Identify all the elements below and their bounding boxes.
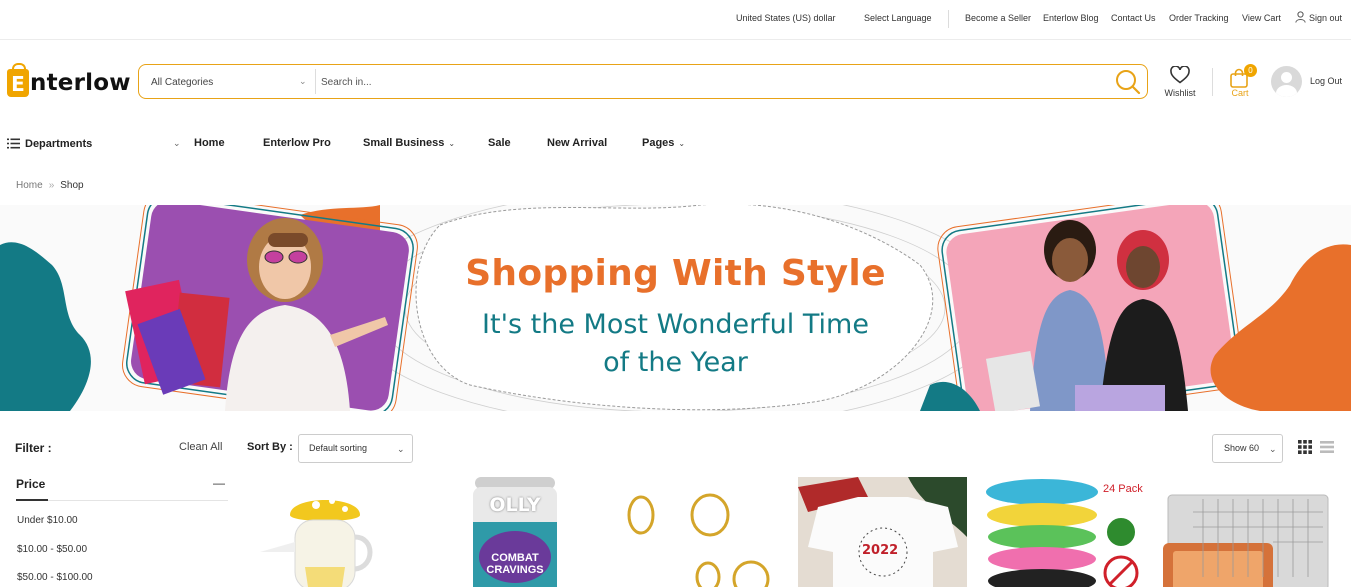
sort-select[interactable]: Default sorting ⌄: [298, 434, 413, 463]
wishlist-button[interactable]: Wishlist: [1160, 66, 1200, 100]
product-card[interactable]: [250, 477, 400, 587]
contact-link[interactable]: Contact Us: [1111, 13, 1156, 23]
departments-menu[interactable]: Departments: [25, 138, 92, 150]
nav-label: Pages: [642, 137, 675, 149]
nav-item-small-business[interactable]: Small Business ⌄: [363, 137, 455, 149]
nav-label: Home: [194, 137, 225, 149]
chevron-down-icon[interactable]: ⌄: [173, 138, 181, 149]
show-count-select[interactable]: Show 60 ⌄: [1212, 434, 1283, 463]
logo-text: nterlow: [30, 70, 131, 96]
language-selector[interactable]: Select Language: [864, 13, 932, 23]
order-tracking-link[interactable]: Order Tracking: [1169, 13, 1229, 23]
product-card[interactable]: OLLY COMBAT CRAVINGS: [470, 477, 560, 587]
price-heading[interactable]: Price: [16, 477, 45, 491]
logo-letter: E: [11, 72, 25, 96]
product-image: [798, 477, 967, 587]
hero-banner[interactable]: Shopping With Style It's the Most Wonder…: [0, 205, 1351, 411]
breadcrumb-current: Shop: [60, 180, 84, 191]
chevron-down-icon: ⌄: [397, 444, 405, 454]
product-name: COMBAT CRAVINGS: [486, 552, 544, 576]
avatar[interactable]: [1271, 66, 1302, 97]
search-input[interactable]: [321, 71, 1101, 93]
grid-view-icon[interactable]: [1298, 440, 1312, 454]
chevron-down-icon: ⌄: [678, 139, 686, 148]
product-card[interactable]: [625, 477, 775, 587]
nav-label: Small Business: [363, 137, 445, 149]
wishlist-label: Wishlist: [1164, 88, 1196, 98]
nav-item-enterlow-pro[interactable]: Enterlow Pro: [263, 137, 331, 149]
banner-subtitle-line2: of the Year: [603, 347, 748, 378]
product-card[interactable]: 24 Pack: [985, 477, 1145, 587]
user-icon[interactable]: [1295, 11, 1306, 23]
banner-subtitle: It's the Most Wonderful Time: [482, 309, 869, 340]
chevron-down-icon: ⌄: [448, 139, 456, 148]
price-option[interactable]: $10.00 - $50.00: [17, 544, 87, 555]
search-bar: All Categories ⌄: [138, 64, 1148, 99]
sort-value: Default sorting: [309, 443, 368, 453]
menu-icon[interactable]: [7, 138, 20, 149]
filter-label: Filter :: [15, 441, 52, 455]
search-icon[interactable]: [1115, 69, 1141, 95]
price-option[interactable]: $50.00 - $100.00: [17, 572, 93, 583]
pack-label: 24 Pack: [1103, 483, 1143, 495]
blog-link[interactable]: Enterlow Blog: [1043, 13, 1099, 23]
shopping-bag-icon: E: [7, 63, 29, 97]
heart-icon: [1170, 66, 1190, 84]
site-logo[interactable]: E nterlow: [7, 63, 131, 98]
banner-title: Shopping With Style: [465, 253, 886, 294]
divider: [16, 499, 228, 501]
product-card[interactable]: 2022: [798, 477, 967, 587]
nav-item-home[interactable]: Home: [194, 137, 225, 149]
price-option[interactable]: Under $10.00: [17, 515, 78, 526]
banner-artwork: [0, 205, 1351, 411]
divider: [315, 69, 316, 94]
view-cart-link[interactable]: View Cart: [1242, 13, 1281, 23]
product-image: [1163, 494, 1329, 587]
list-view-icon[interactable]: [1320, 440, 1334, 454]
product-image: [627, 493, 770, 587]
clear-all-button[interactable]: Clean All: [179, 441, 222, 453]
nav-label: Enterlow Pro: [263, 137, 331, 149]
nav-item-pages[interactable]: Pages ⌄: [642, 137, 685, 149]
breadcrumb-home[interactable]: Home: [16, 180, 43, 191]
show-count-value: Show 60: [1224, 443, 1260, 453]
cart-button[interactable]: 0 Cart: [1226, 64, 1257, 100]
nav-label: Sale: [488, 137, 511, 149]
currency-selector[interactable]: United States (US) dollar: [736, 13, 836, 23]
main-nav: Departments ⌄ Home Enterlow Pro Small Bu…: [0, 130, 1351, 158]
nav-item-new-arrival[interactable]: New Arrival: [547, 137, 607, 149]
divider: [1212, 68, 1213, 96]
sort-label: Sort By :: [247, 441, 293, 453]
product-brand: OLLY: [489, 494, 541, 516]
log-out-link[interactable]: Log Out: [1310, 76, 1342, 86]
chevron-down-icon: ⌄: [1269, 444, 1277, 454]
product-card[interactable]: [1163, 477, 1335, 587]
collapse-icon[interactable]: —: [213, 476, 225, 490]
product-year-print: 2022: [862, 543, 899, 558]
become-seller-link[interactable]: Become a Seller: [965, 13, 1031, 23]
nav-label: New Arrival: [547, 137, 608, 149]
sign-out-link[interactable]: Sign out: [1309, 13, 1342, 23]
cart-count-badge: 0: [1244, 64, 1257, 77]
top-bar: United States (US) dollar Select Languag…: [0, 0, 1351, 40]
breadcrumb: Home » Shop: [16, 180, 84, 191]
nav-item-sale[interactable]: Sale: [488, 137, 511, 149]
breadcrumb-separator: »: [48, 180, 55, 191]
chevron-down-icon[interactable]: ⌄: [299, 76, 307, 87]
category-select[interactable]: All Categories: [151, 77, 213, 88]
divider: [948, 10, 949, 28]
product-image: [260, 498, 373, 587]
cart-label: Cart: [1231, 88, 1249, 98]
